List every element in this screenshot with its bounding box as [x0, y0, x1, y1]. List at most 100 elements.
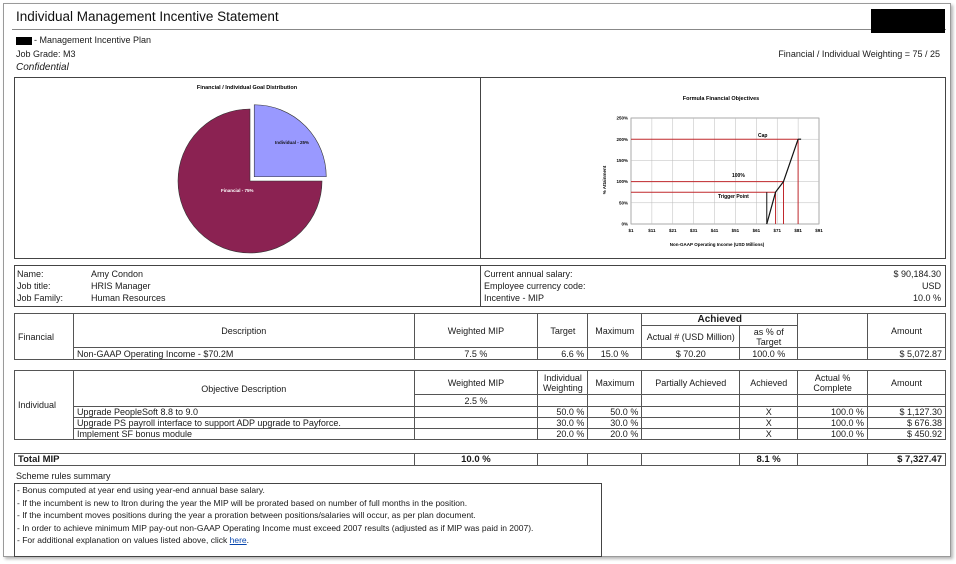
- objective-description: Upgrade PeopleSoft 8.8 to 9.0: [72, 406, 415, 418]
- currency-label: Employee currency code:: [484, 281, 586, 291]
- objective-description: Upgrade PS payroll interface to support …: [72, 417, 415, 429]
- individual-h-objective: Objective Description: [72, 370, 415, 407]
- formula-title: Formula Financial Objectives: [683, 96, 759, 102]
- financial-h-amount: Amount: [867, 313, 946, 348]
- individual-h-amount: Amount: [867, 370, 946, 395]
- plot-area: [630, 117, 820, 225]
- salary-value: $ 90,184.30: [893, 269, 941, 279]
- currency-value: USD: [921, 281, 941, 291]
- x-tick-label: $71: [773, 228, 781, 233]
- financial-h-achieved: Achieved: [641, 313, 799, 326]
- financial-table: Financial Description Weighted MIP Targe…: [14, 313, 946, 360]
- objective-weighting: 50.0 %: [537, 406, 589, 418]
- financial-h-weighted: Weighted MIP: [413, 313, 539, 348]
- pie-chart: Financial / Individual Goal Distribution…: [177, 85, 327, 254]
- financial-weighted: 7.5 %: [413, 347, 539, 360]
- objective-achieved: X: [739, 417, 799, 429]
- financial-amount: $ 5,072.87: [867, 347, 946, 360]
- job-title-value: HRIS Manager: [91, 281, 151, 291]
- total-weighted: 10.0 %: [413, 453, 539, 466]
- objective-maximum: 50.0 %: [587, 406, 643, 418]
- name-value: Amy Condon: [91, 269, 144, 279]
- objective-achieved: X: [739, 406, 799, 418]
- financial-description: Non-GAAP Operating Income - $70.2M: [72, 347, 415, 360]
- incentive-label: Incentive - MIP: [484, 293, 545, 303]
- pie-title: Financial / Individual Goal Distribution: [197, 85, 298, 91]
- scheme-last-suffix: .: [246, 535, 250, 545]
- x-tick-label: $61: [753, 228, 761, 233]
- financial-h-pct-target: as % of Target: [739, 325, 799, 348]
- objective-description: Implement SF bonus module: [72, 428, 415, 440]
- scheme-title: Scheme rules summary: [16, 471, 111, 481]
- formula-100-label: 100%: [732, 173, 745, 179]
- scheme-rule: - If the incumbent moves positions durin…: [17, 510, 476, 520]
- formula-cap-label: Cap: [758, 133, 767, 139]
- total-pct: 8.1 %: [739, 453, 799, 466]
- job-title-label: Job title:: [17, 281, 51, 291]
- objective-weighting: 20.0 %: [537, 428, 589, 440]
- objective-amount: $ 1,127.30: [867, 406, 946, 418]
- job-grade: Job Grade: M3: [16, 49, 76, 59]
- title-bar: Individual Management Incentive Statemen…: [12, 7, 946, 33]
- pie-label-financial: Financial - 75%: [221, 188, 254, 193]
- objective-amount: $ 450.92: [867, 428, 946, 440]
- info-divider: [480, 266, 481, 306]
- total-label: Total MIP: [14, 453, 415, 466]
- job-family-value: Human Resources: [91, 293, 166, 303]
- financial-h-target: Target: [537, 313, 589, 348]
- individual-h-partial: Partially Achieved: [641, 370, 741, 395]
- objective-maximum: 20.0 %: [587, 428, 643, 440]
- x-tick-label: $91: [815, 228, 823, 233]
- statement-title: Individual Management Incentive Statemen…: [16, 9, 279, 24]
- x-tick-label: $31: [690, 228, 698, 233]
- formula-xlabel: Non-GAAP Operating Income (USD Millions): [670, 242, 765, 247]
- table-row: Implement SF bonus module 20.0 % 20.0 % …: [15, 428, 946, 440]
- scheme-rule-last: - For additional explanation on values l…: [15, 534, 601, 547]
- financial-h-blank: [797, 313, 869, 348]
- total-table: Total MIP 10.0 % 8.1 % $ 7,327.47: [14, 453, 947, 466]
- incentive-value: 10.0 %: [912, 293, 941, 303]
- scheme-rules-box: - Bonus computed at year end using year-…: [14, 483, 602, 557]
- financial-row: Non-GAAP Operating Income - $70.2M 7.5 %…: [15, 347, 946, 360]
- x-tick-label: $11: [648, 228, 656, 233]
- x-tick-label: $21: [669, 228, 677, 233]
- redacted-company: [16, 36, 32, 45]
- job-family-label: Job Family:: [17, 293, 64, 303]
- financial-maximum: 15.0 %: [587, 347, 643, 360]
- y-tick-label: 150%: [616, 158, 628, 163]
- individual-weighted-value: 2.5 %: [413, 394, 539, 407]
- financial-actual: $ 70.20: [641, 347, 741, 360]
- objective-complete: 100.0 %: [797, 417, 869, 429]
- individual-h-achieved: Achieved: [739, 370, 799, 395]
- charts-panel: Financial / Individual Goal Distribution…: [14, 77, 946, 259]
- salary-label: Current annual salary:: [484, 269, 573, 279]
- individual-h-complete: Actual % Complete: [797, 370, 869, 395]
- objective-complete: 100.0 %: [797, 428, 869, 440]
- y-tick-label: 100%: [616, 179, 628, 184]
- confidential-label: Confidential: [16, 62, 69, 73]
- scheme-rule: - In order to achieve minimum MIP pay-ou…: [17, 522, 534, 533]
- financial-h-description: Description: [72, 313, 415, 348]
- scheme-last-prefix: - For additional explanation on values l…: [17, 535, 228, 545]
- table-row: Upgrade PeopleSoft 8.8 to 9.0 50.0 % 50.…: [15, 406, 946, 418]
- statement-frame: Individual Management Incentive Statemen…: [3, 3, 951, 557]
- financial-section-label: Financial: [14, 313, 74, 360]
- formula-ylabel: % Attainment: [602, 165, 607, 194]
- financial-h-maximum: Maximum: [587, 313, 643, 348]
- x-tick-label: $1: [628, 228, 634, 233]
- objective-amount: $ 676.38: [867, 417, 946, 429]
- total-row: Total MIP 10.0 % 8.1 % $ 7,327.47: [14, 453, 947, 466]
- x-tick-label: $51: [732, 228, 740, 233]
- formula-chart-panel: Formula Financial Objectives 250% 200% 150…: [481, 78, 945, 258]
- name-label: Name:: [17, 269, 44, 279]
- redacted-logo: [871, 9, 945, 33]
- x-tick-label: $41: [711, 228, 719, 233]
- financial-blank: [797, 347, 869, 360]
- objective-maximum: 30.0 %: [587, 417, 643, 429]
- pie-chart-panel: Financial / Individual Goal Distribution…: [15, 78, 481, 258]
- table-row: Upgrade PS payroll interface to support …: [15, 417, 946, 429]
- plan-name-text: - Management Incentive Plan: [34, 35, 152, 45]
- here-link[interactable]: here: [230, 535, 247, 545]
- objective-complete: 100.0 %: [797, 406, 869, 418]
- formula-chart: Formula Financial Objectives 250% 200% 150…: [602, 96, 823, 247]
